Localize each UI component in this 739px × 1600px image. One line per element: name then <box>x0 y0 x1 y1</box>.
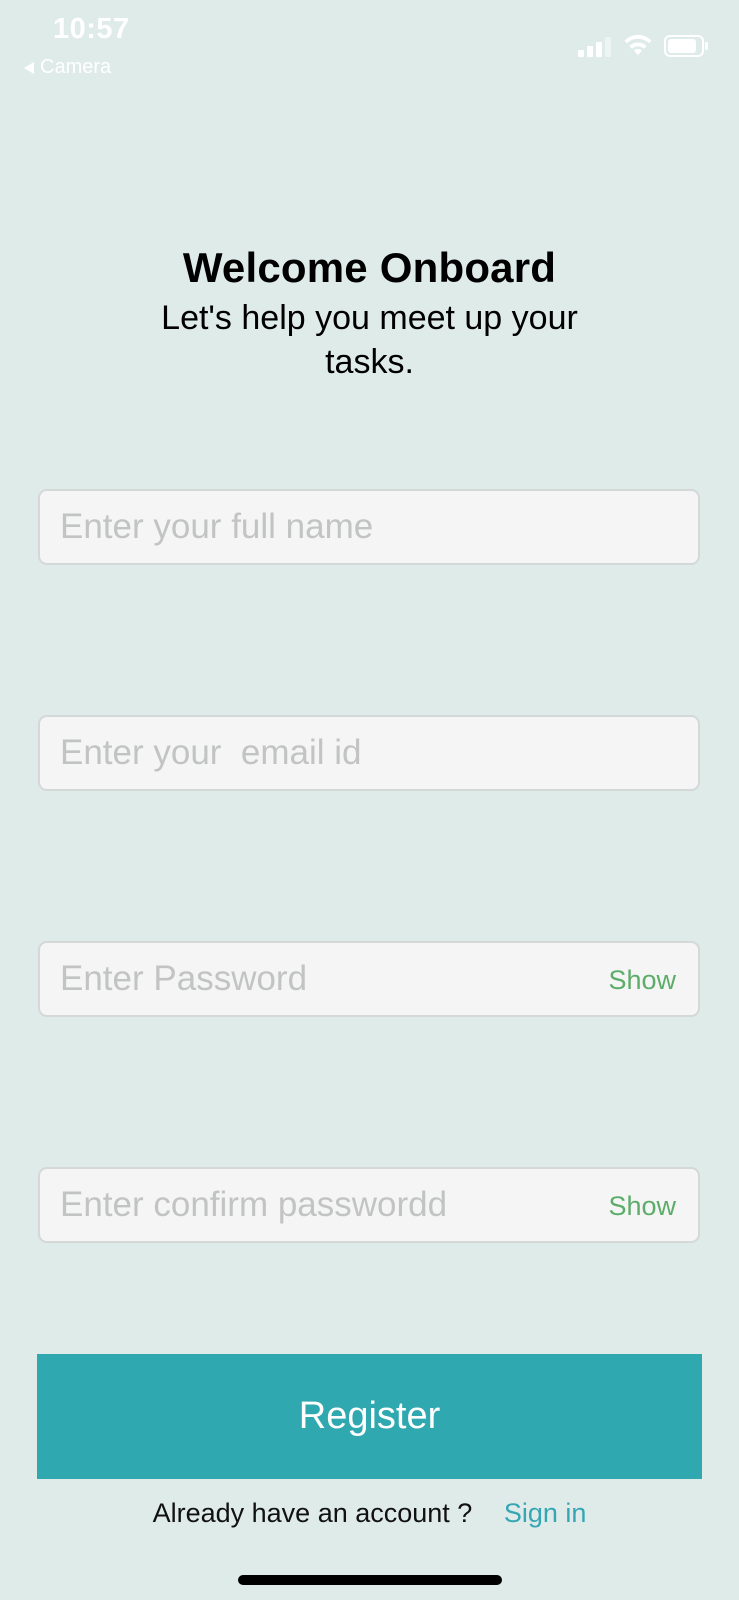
status-time: 10:57 <box>53 13 130 45</box>
cellular-signal-icon <box>578 37 611 57</box>
email-field[interactable] <box>38 715 700 791</box>
battery-icon <box>664 35 708 57</box>
register-button[interactable]: Register <box>37 1354 702 1479</box>
password-field[interactable]: Show <box>38 941 700 1017</box>
show-password-toggle[interactable]: Show <box>608 965 676 996</box>
full-name-input[interactable] <box>60 491 580 563</box>
back-arrow-icon <box>24 61 34 74</box>
page-subtitle: Let's help you meet up your tasks. <box>161 299 578 381</box>
back-label: Camera <box>40 56 112 78</box>
signin-prompt: Already have an account ? Sign in <box>0 1498 739 1529</box>
already-have-account-text: Already have an account ? <box>152 1498 473 1528</box>
confirm-password-input[interactable] <box>60 1169 580 1241</box>
home-indicator[interactable] <box>238 1575 502 1585</box>
password-input[interactable] <box>60 943 580 1015</box>
show-confirm-password-toggle[interactable]: Show <box>608 1191 676 1222</box>
email-input[interactable] <box>60 717 580 789</box>
full-name-field[interactable] <box>38 489 700 565</box>
status-bar: 10:57 Camera <box>0 0 739 90</box>
confirm-password-field[interactable]: Show <box>38 1167 700 1243</box>
wifi-icon <box>624 34 652 55</box>
page-title: Welcome Onboard <box>182 244 557 291</box>
back-to-camera-link[interactable]: Camera <box>24 56 111 79</box>
sign-in-link[interactable]: Sign in <box>504 1498 587 1528</box>
